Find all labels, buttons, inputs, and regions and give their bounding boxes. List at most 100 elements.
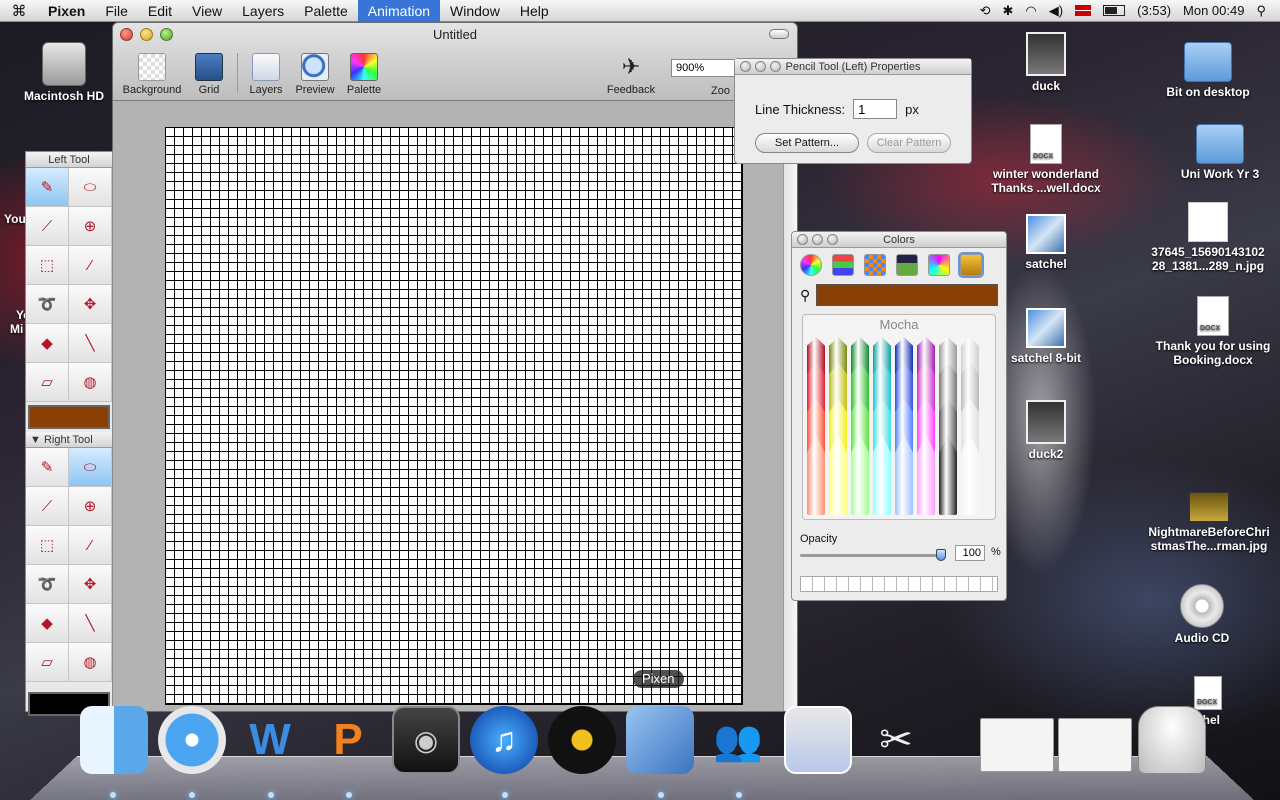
desktop-icon-satchel-8-bit[interactable]: satchel 8-bit — [1004, 308, 1088, 365]
opacity-slider-knob[interactable] — [936, 549, 946, 561]
right-rectangle-tool[interactable]: ▱ — [26, 643, 69, 682]
dock-logic[interactable]: ◉ — [392, 706, 460, 774]
desktop-icon-audio-cd[interactable]: Audio CD — [1162, 584, 1242, 645]
desktop-icon-photo-jpg[interactable]: 37645_15690143102 28_1381...289_n.jpg — [1138, 202, 1278, 273]
desktop-icon-bit-on-desktop[interactable]: Bit on desktop — [1158, 42, 1258, 99]
left-fill-tool[interactable]: ◆ — [26, 324, 69, 363]
dock-messenger[interactable]: 👥 — [704, 706, 772, 774]
line-thickness-input[interactable] — [853, 99, 898, 119]
input-source-flag-icon[interactable] — [1075, 5, 1092, 16]
zoom-field[interactable] — [671, 59, 743, 77]
crayons-icon[interactable] — [958, 252, 984, 278]
dock-word[interactable]: W — [236, 706, 304, 774]
toolbar-background-button[interactable]: Background — [119, 53, 185, 96]
menu-clock[interactable]: Mon 00:49 — [1183, 3, 1244, 18]
dock-minimized-window[interactable] — [1058, 718, 1132, 772]
panel-zoom-button[interactable] — [770, 61, 781, 72]
panel-close-button[interactable] — [740, 61, 751, 72]
desktop-icon-winter-wonderland[interactable]: winter wonderland Thanks ...well.docx — [980, 124, 1112, 195]
menu-edit[interactable]: Edit — [138, 0, 182, 22]
dock-finder[interactable] — [80, 706, 148, 774]
opacity-slider[interactable] — [800, 549, 946, 561]
left-line-tool[interactable]: ╲ — [69, 324, 112, 363]
dock-trash[interactable] — [1138, 706, 1206, 774]
right-ellipse-tool[interactable]: ◍ — [69, 643, 112, 682]
left-magic-wand-tool[interactable]: ⁄ — [69, 246, 112, 285]
left-rectangle-tool[interactable]: ▱ — [26, 363, 69, 402]
left-color-well[interactable] — [28, 405, 110, 429]
left-pencil-tool[interactable]: ✎ — [26, 168, 69, 207]
right-eyedropper-tool[interactable]: ⟋ — [26, 487, 69, 526]
menu-app[interactable]: Pixen — [38, 0, 95, 22]
desktop-icon-satchel[interactable]: satchel — [1010, 214, 1082, 271]
dock-pixen[interactable] — [626, 706, 694, 774]
favorite-swatches-strip[interactable] — [800, 576, 998, 592]
panel-minimize-button[interactable] — [755, 61, 766, 72]
left-lasso-tool[interactable]: ➰ — [26, 285, 69, 324]
menu-animation[interactable]: Animation — [357, 0, 441, 22]
desktop-icon-nightmare-jpg[interactable]: NightmareBeforeChri stmasThe...rman.jpg — [1140, 492, 1278, 553]
toolbar-palette-button[interactable]: Palette — [343, 53, 385, 96]
panel-close-button[interactable] — [797, 234, 808, 245]
dock-photos[interactable] — [784, 706, 852, 774]
panel-minimize-button[interactable] — [812, 234, 823, 245]
dock-safari[interactable] — [158, 706, 226, 774]
magnifier-icon[interactable]: ⚲ — [800, 287, 810, 304]
volume-icon[interactable]: ◀) — [1049, 3, 1063, 19]
right-pencil-tool[interactable]: ✎ — [26, 448, 69, 487]
panel-zoom-button[interactable] — [827, 234, 838, 245]
battery-icon[interactable] — [1103, 5, 1126, 16]
opacity-input[interactable] — [955, 545, 985, 561]
toolbar-preview-button[interactable]: Preview — [293, 53, 337, 96]
desktop-icon-uni-work[interactable]: Uni Work Yr 3 — [1170, 124, 1270, 181]
color-palettes-icon[interactable] — [864, 254, 886, 276]
color-wheel-icon[interactable] — [800, 254, 822, 276]
pixel-canvas[interactable] — [165, 127, 743, 705]
dock-powerpoint[interactable]: P — [314, 706, 382, 774]
left-marquee-tool[interactable]: ⬚ — [26, 246, 69, 285]
toolbar-toggle-button[interactable] — [769, 29, 789, 39]
left-move-tool[interactable]: ✥ — [69, 285, 112, 324]
right-line-tool[interactable]: ╲ — [69, 604, 112, 643]
spotlight-search-icon[interactable]: ⚲ — [1256, 3, 1266, 19]
toolbar-grid-button[interactable]: Grid — [193, 53, 225, 96]
right-eraser-tool[interactable]: ⬭ — [69, 448, 112, 487]
menu-file[interactable]: File — [95, 0, 138, 22]
bluetooth-icon[interactable]: ✱ — [1002, 3, 1013, 19]
current-color-swatch[interactable] — [816, 284, 998, 306]
dock-record-player[interactable] — [548, 706, 616, 774]
right-fill-tool[interactable]: ◆ — [26, 604, 69, 643]
desktop-icon-duck2[interactable]: duck2 — [1010, 400, 1082, 461]
panel-titlebar[interactable]: Pencil Tool (Left) Properties — [735, 59, 971, 75]
window-titlebar[interactable]: Untitled Background Grid Layers Preview — [113, 23, 797, 101]
dock-grab[interactable]: ✂ — [862, 706, 930, 774]
toolbar-feedback-button[interactable]: ✈ Feedback — [603, 53, 659, 96]
menu-help[interactable]: Help — [510, 0, 559, 22]
clear-pattern-button[interactable]: Clear Pattern — [867, 133, 951, 153]
right-zoom-tool[interactable]: ⊕ — [69, 487, 112, 526]
menu-window[interactable]: Window — [440, 0, 510, 22]
image-palettes-icon[interactable] — [896, 254, 918, 276]
menu-view[interactable]: View — [182, 0, 232, 22]
menu-palette[interactable]: Palette — [294, 0, 358, 22]
dock-itunes[interactable]: ♫ — [470, 706, 538, 774]
right-lasso-tool[interactable]: ➰ — [26, 565, 69, 604]
left-zoom-tool[interactable]: ⊕ — [69, 207, 112, 246]
apple-menu-icon[interactable]: ⌘ — [0, 2, 38, 20]
panel-titlebar[interactable]: Colors — [792, 232, 1006, 248]
time-machine-icon[interactable]: ⟲ — [980, 3, 991, 19]
left-ellipse-tool[interactable]: ◍ — [69, 363, 112, 402]
left-eraser-tool[interactable]: ⬭ — [69, 168, 112, 207]
dock-minimized-window[interactable] — [980, 718, 1054, 772]
spectrum-icon[interactable] — [928, 254, 950, 276]
set-pattern-button[interactable]: Set Pattern... — [755, 133, 859, 153]
desktop-icon-booking-docx[interactable]: Thank you for using Booking.docx — [1146, 296, 1280, 367]
right-marquee-tool[interactable]: ⬚ — [26, 526, 69, 565]
desktop-icon-macintosh-hd[interactable]: Macintosh HD — [18, 42, 110, 103]
left-eyedropper-tool[interactable]: ⟋ — [26, 207, 69, 246]
right-magic-wand-tool[interactable]: ⁄ — [69, 526, 112, 565]
toolbar-layers-button[interactable]: Layers — [247, 53, 285, 96]
color-sliders-icon[interactable] — [832, 254, 854, 276]
desktop-icon-duck[interactable]: duck — [1010, 32, 1082, 93]
right-move-tool[interactable]: ✥ — [69, 565, 112, 604]
